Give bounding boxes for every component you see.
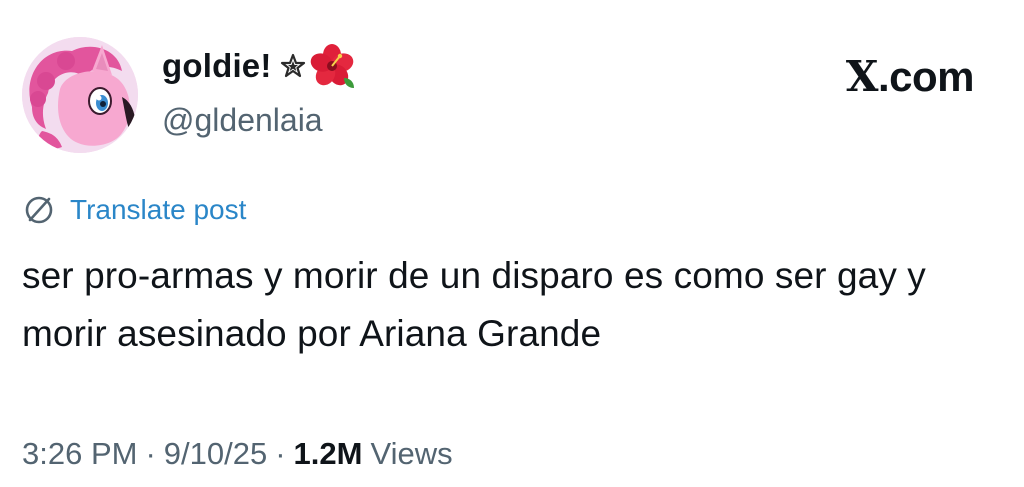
star-icon bbox=[280, 53, 306, 79]
views-count[interactable]: 1.2M bbox=[294, 436, 363, 472]
x-logo-mark: X bbox=[845, 52, 879, 101]
meta-separator: · bbox=[145, 436, 156, 471]
display-name[interactable]: goldie! bbox=[162, 47, 272, 85]
post-text: ser pro-armas y morir de un disparo es c… bbox=[22, 255, 926, 354]
post-card: goldie! @gldenlaia X.com Translate post … bbox=[0, 0, 1024, 487]
author-handle[interactable]: @gldenlaia bbox=[162, 102, 323, 139]
views-label[interactable]: Views bbox=[370, 436, 452, 472]
meta-separator: · bbox=[275, 436, 286, 471]
x-logo-domain: .com bbox=[877, 53, 975, 100]
x-com-logo: X.com bbox=[845, 52, 975, 101]
translate-post-label[interactable]: Translate post bbox=[70, 194, 246, 226]
globe-icon bbox=[25, 196, 53, 224]
hibiscus-icon bbox=[308, 42, 356, 90]
post-date[interactable]: 9/10/25 bbox=[164, 436, 267, 472]
post-metadata: 3:26 PM · 9/10/25 · 1.2M Views bbox=[22, 432, 453, 476]
avatar[interactable] bbox=[22, 37, 138, 153]
post-time[interactable]: 3:26 PM bbox=[22, 436, 137, 472]
author-name-row[interactable]: goldie! bbox=[162, 44, 356, 88]
pink-pony-avatar-icon bbox=[22, 37, 138, 153]
translate-post-link[interactable]: Translate post bbox=[22, 192, 246, 228]
